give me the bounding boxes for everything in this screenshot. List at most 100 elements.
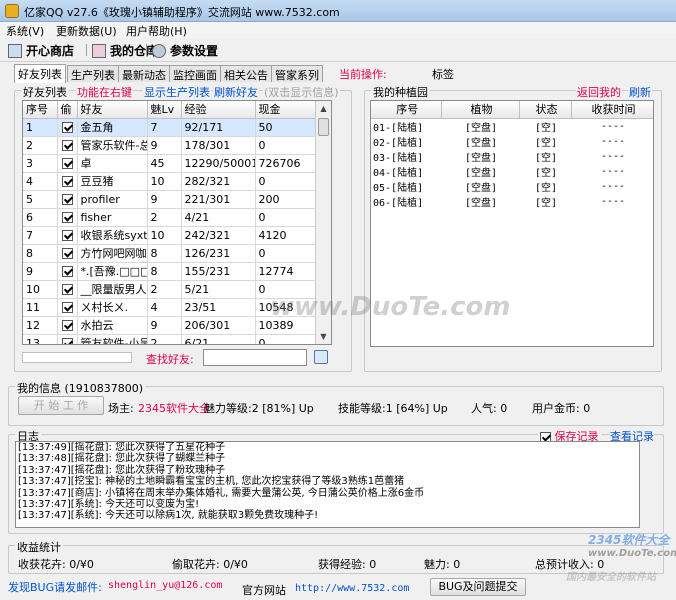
owner-label: 场主: bbox=[108, 402, 134, 415]
popularity: 人气: 0 bbox=[471, 402, 508, 415]
steal-checkbox[interactable] bbox=[61, 248, 73, 259]
friend-row[interactable]: 4 豆豆猪 10 282/321 0 bbox=[23, 172, 317, 191]
tab-news[interactable]: 最新动态 bbox=[118, 65, 170, 82]
steal-cell[interactable] bbox=[57, 208, 78, 227]
friend-row[interactable]: 13 管友软件-小吴 2 6/21 0 bbox=[23, 334, 317, 344]
garden-row[interactable]: 05-[陆植] [空盘] [空] ---- bbox=[371, 179, 653, 194]
bug-report-label: 发现BUG请发邮件: bbox=[8, 581, 102, 594]
friend-cell: 200 bbox=[255, 190, 317, 209]
steal-cell[interactable] bbox=[57, 244, 78, 263]
gained-exp: 获得经验: 0 bbox=[318, 558, 377, 571]
friend-row[interactable]: 1 金五角 7 92/171 50 bbox=[23, 118, 317, 137]
settings-button[interactable]: 参数设置 bbox=[152, 42, 218, 58]
steal-cell[interactable] bbox=[57, 136, 78, 155]
friends-column-header[interactable]: 序号 bbox=[23, 101, 58, 119]
official-site-url[interactable]: http://www.7532.com bbox=[295, 583, 409, 594]
friend-search-input[interactable] bbox=[203, 349, 307, 366]
friend-cell: 10 bbox=[23, 280, 58, 299]
steal-cell[interactable] bbox=[57, 190, 78, 209]
back-to-mine-link[interactable]: 返回我的 bbox=[576, 84, 622, 100]
friend-row[interactable]: 9 *.[吾豫.□□□□8155/23112774 bbox=[23, 262, 317, 281]
steal-checkbox[interactable] bbox=[61, 266, 73, 277]
warehouse-button[interactable]: 我的仓库 bbox=[92, 42, 158, 58]
friend-cell: 0 bbox=[255, 244, 317, 263]
tab-production[interactable]: 生产列表 bbox=[67, 65, 119, 82]
friends-column-header[interactable]: 经验 bbox=[181, 101, 256, 119]
friend-search-bar: 查找好友: bbox=[18, 349, 344, 366]
steal-cell[interactable] bbox=[57, 226, 78, 245]
friend-cell: 221/301 bbox=[181, 190, 256, 209]
steal-checkbox[interactable] bbox=[61, 230, 73, 241]
garden-refresh-link[interactable]: 刷新 bbox=[628, 84, 652, 100]
friend-row[interactable]: 2 管家乐软件-总 9 178/301 0 bbox=[23, 136, 317, 155]
menu-update-data[interactable]: 更新数据(U) bbox=[56, 23, 117, 39]
tab-butler[interactable]: 管家系列 bbox=[271, 65, 323, 82]
friend-cell: 8 bbox=[23, 244, 58, 263]
garden-row[interactable]: 04-[陆植] [空盘] [空] ---- bbox=[371, 164, 653, 179]
steal-checkbox[interactable] bbox=[61, 176, 73, 187]
steal-checkbox[interactable] bbox=[61, 302, 73, 313]
start-work-button[interactable]: 开 始 工 作 bbox=[18, 396, 104, 415]
garden-column-header[interactable]: 植物 bbox=[441, 101, 520, 119]
steal-cell[interactable] bbox=[57, 262, 78, 281]
garden-column-header[interactable]: 状态 bbox=[519, 101, 572, 119]
friend-row[interactable]: 5 profiler 9 221/301 200 bbox=[23, 190, 317, 209]
scroll-down-icon[interactable]: ▼ bbox=[316, 329, 331, 344]
garden-column-header[interactable]: 序号 bbox=[371, 101, 442, 119]
scroll-thumb[interactable] bbox=[318, 118, 329, 136]
steal-checkbox[interactable] bbox=[61, 284, 73, 295]
steal-cell[interactable] bbox=[57, 154, 78, 173]
steal-cell[interactable] bbox=[57, 118, 78, 137]
refresh-friends-link[interactable]: 刷新好友 bbox=[213, 84, 259, 100]
friend-cell: fisher bbox=[77, 208, 148, 227]
log-text-area[interactable]: [13:37:49][摇花盘]: 您此次获得了五星花种子 [13:37:48][摇… bbox=[15, 441, 640, 528]
friends-column-header[interactable]: 现金 bbox=[255, 101, 317, 119]
friend-cell: 7 bbox=[23, 226, 58, 245]
garden-cell: ---- bbox=[600, 195, 626, 207]
search-label: 查找好友: bbox=[146, 353, 194, 366]
garden-row[interactable]: 06-[陆植] [空盘] [空] ---- bbox=[371, 194, 653, 209]
steal-cell[interactable] bbox=[57, 316, 78, 335]
menu-system[interactable]: 系统(V) bbox=[6, 23, 44, 39]
friends-column-header[interactable]: 魅Lv bbox=[147, 101, 182, 119]
steal-checkbox[interactable] bbox=[61, 320, 73, 331]
garden-column-header[interactable]: 收获时间 bbox=[571, 101, 653, 119]
steal-checkbox[interactable] bbox=[61, 140, 73, 151]
friends-column-header[interactable]: 偷 bbox=[57, 101, 78, 119]
friend-cell: 242/321 bbox=[181, 226, 256, 245]
steal-cell[interactable] bbox=[57, 334, 78, 344]
steal-checkbox[interactable] bbox=[61, 122, 73, 133]
friend-cell: 126/231 bbox=[181, 244, 256, 263]
context-menu-hint: 功能在右键 bbox=[76, 84, 133, 100]
bug-email[interactable]: shenglin_yu@126.com bbox=[108, 580, 222, 591]
friend-cell: 155/231 bbox=[181, 262, 256, 281]
garden-row[interactable]: 02-[陆植] [空盘] [空] ---- bbox=[371, 134, 653, 149]
friend-row[interactable]: 6 fisher 2 4/21 0 bbox=[23, 208, 317, 227]
steal-checkbox[interactable] bbox=[61, 212, 73, 223]
my-info-title: 我的信息 (1910837800) bbox=[15, 380, 146, 396]
tab-monitor[interactable]: 监控画面 bbox=[169, 65, 221, 82]
steal-cell[interactable] bbox=[57, 298, 78, 317]
show-production-link[interactable]: 显示生产列表 bbox=[143, 84, 211, 100]
friend-row[interactable]: 8 方竹网吧网咖 8 126/231 0 bbox=[23, 244, 317, 263]
friends-column-header[interactable]: 好友 bbox=[77, 101, 148, 119]
steal-checkbox[interactable] bbox=[61, 194, 73, 205]
garden-row[interactable]: 01-[陆植] [空盘] [空] ---- bbox=[371, 118, 653, 134]
steal-checkbox[interactable] bbox=[61, 158, 73, 169]
steal-cell[interactable] bbox=[57, 172, 78, 191]
menu-help[interactable]: 用户帮助(H) bbox=[126, 23, 187, 39]
friend-row[interactable]: 3 卓 45 12290/50001 726706 bbox=[23, 154, 317, 173]
friend-row[interactable]: 7 收银系统syxt. 10 242/321 4120 bbox=[23, 226, 317, 245]
tab-notices[interactable]: 相关公告 bbox=[220, 65, 272, 82]
search-icon[interactable] bbox=[314, 350, 328, 364]
tab-friends[interactable]: 好友列表 bbox=[14, 64, 66, 83]
scroll-up-icon[interactable]: ▲ bbox=[316, 101, 331, 116]
garden-cell: 01-[陆植] bbox=[373, 122, 424, 134]
shop-button[interactable]: 开心商店 bbox=[8, 42, 74, 58]
steal-cell[interactable] bbox=[57, 280, 78, 299]
garden-row[interactable]: 03-[陆植] [空盘] [空] ---- bbox=[371, 149, 653, 164]
bug-submit-button[interactable]: BUG及问题提交 bbox=[430, 578, 526, 596]
steal-checkbox[interactable] bbox=[61, 338, 73, 344]
horizontal-scrollbar[interactable] bbox=[22, 352, 132, 363]
friend-cell: 4 bbox=[147, 298, 182, 317]
